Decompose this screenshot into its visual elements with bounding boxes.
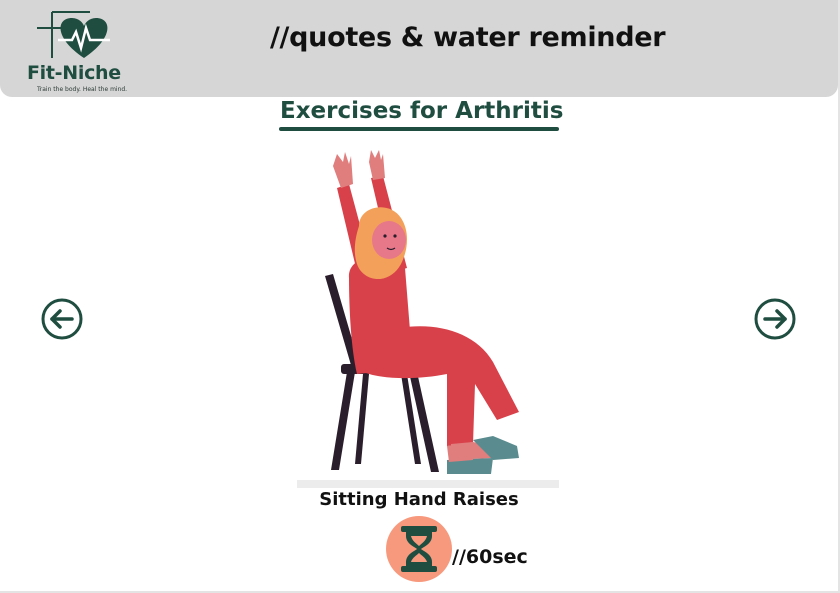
- arrow-left-circle-icon: [41, 298, 83, 340]
- arrow-right-circle-icon: [754, 298, 796, 340]
- next-exercise-button[interactable]: [754, 298, 796, 340]
- exercise-illustration: [297, 148, 559, 490]
- duration-label: //60sec: [452, 546, 528, 568]
- title-underline: [279, 127, 559, 131]
- previous-exercise-button[interactable]: [41, 298, 83, 340]
- section-title: Exercises for Arthritis: [280, 98, 564, 124]
- brand-name: Fit-Niche: [27, 62, 121, 84]
- brand-logo[interactable]: Fit-Niche Train the body. Heal the mind.: [26, 10, 138, 96]
- exercise-name: Sitting Hand Raises: [319, 489, 519, 510]
- heart-pulse-icon: [37, 11, 110, 58]
- app-page: Fit-Niche Train the body. Heal the mind.…: [0, 0, 840, 593]
- header-title: //quotes & water reminder: [270, 22, 666, 53]
- hourglass-icon[interactable]: [386, 516, 452, 582]
- header-bar: Fit-Niche Train the body. Heal the mind.…: [0, 0, 838, 97]
- brand-tagline: Train the body. Heal the mind.: [37, 86, 128, 93]
